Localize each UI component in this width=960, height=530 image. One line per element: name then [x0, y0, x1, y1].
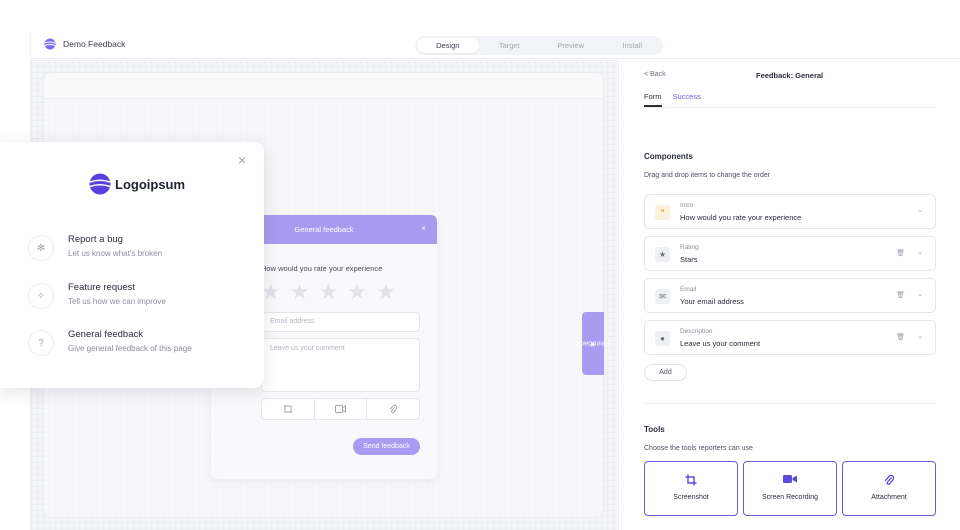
component-description[interactable]: ● Description Leave us your comment 🗑 ⌄ [644, 320, 936, 355]
tab-success[interactable]: Success [673, 90, 701, 107]
menu-item-title: Report a bug [68, 234, 123, 245]
tab-form[interactable]: Form [644, 90, 662, 107]
component-label: Description [680, 328, 713, 335]
sparkle-icon: ✧ [28, 283, 54, 309]
app-brand[interactable]: Demo Feedback [44, 38, 125, 50]
company-logo: Logoipsum [89, 173, 185, 195]
app-logo-icon [44, 38, 56, 50]
component-label: Intro [680, 202, 694, 209]
component-label: Rating [680, 244, 699, 251]
tool-screenshot[interactable]: Screenshot [644, 461, 738, 516]
crop-icon [645, 474, 737, 488]
video-icon[interactable] [313, 399, 367, 419]
star-icon[interactable]: ★ [318, 281, 338, 303]
tool-label: Attachment [871, 494, 907, 501]
section-divider [644, 403, 936, 404]
menu-item-general-feedback[interactable]: ? General feedback Give general feedback… [28, 329, 192, 356]
component-value: Stars [680, 255, 698, 264]
tools-title: Tools [644, 425, 665, 434]
component-value: Leave us your comment [680, 339, 761, 348]
star-rating: ★ ★ ★ ★ ★ [261, 281, 396, 303]
component-label: Email [680, 286, 697, 293]
widget-title: General feedback [294, 225, 354, 234]
chevron-down-icon[interactable]: ⌄ [917, 332, 923, 340]
menu-item-title: Feature request [68, 282, 136, 293]
step-design[interactable]: Design [417, 38, 479, 53]
menu-item-subtitle: Tell us how we can improve [68, 297, 166, 306]
component-email[interactable]: ✉ Email Your email address 🗑 ⌄ [644, 278, 936, 313]
feedback-side-tab[interactable]: ✦ Feedback [577, 312, 609, 375]
settings-panel: < Back Feedback: General Form Success Co… [618, 60, 960, 530]
component-value: Your email address [680, 297, 744, 306]
chevron-down-icon[interactable]: ⌄ [917, 206, 923, 214]
widget-email-field[interactable]: Email address [261, 312, 420, 332]
trash-icon[interactable]: 🗑 [896, 333, 905, 341]
components-subtitle: Drag and drop items to change the order [644, 172, 771, 179]
comment-icon: ● [655, 331, 670, 346]
tool-label: Screen Recording [761, 494, 819, 501]
star-icon[interactable]: ★ [376, 281, 396, 303]
page-preview-header [44, 73, 603, 99]
star-icon[interactable]: ★ [290, 281, 310, 303]
step-install[interactable]: Install [602, 38, 664, 53]
question-icon: ? [28, 330, 54, 356]
components-title: Components [644, 152, 693, 161]
close-icon[interactable]: × [238, 152, 246, 168]
menu-item-subtitle: Give general feedback of this page [68, 344, 192, 353]
send-feedback-button[interactable]: Send feedback [353, 438, 420, 455]
menu-item-title: General feedback [68, 329, 143, 340]
bug-icon: ✻ [28, 235, 54, 261]
component-value: How would you rate your experience [680, 213, 802, 222]
panel-title: Feedback: General [756, 71, 824, 80]
feedback-type-menu: × Logoipsum ✻ Report a bug Let us know w… [0, 142, 264, 388]
attachment-icon[interactable] [366, 399, 419, 419]
widget-comment-field[interactable]: Leave us your comment [261, 338, 420, 392]
widget-question: How would you rate your experience [261, 264, 383, 273]
logo-text: Logoipsum [115, 176, 186, 192]
logoipsum-icon [89, 173, 111, 195]
widget-tools-bar [261, 398, 420, 420]
screenshot-icon[interactable] [262, 399, 314, 419]
star-icon[interactable]: ★ [347, 281, 367, 303]
paperclip-icon [843, 474, 935, 488]
video-camera-icon [744, 474, 836, 486]
tool-attachment[interactable]: Attachment [842, 461, 936, 516]
component-rating[interactable]: ★ Rating Stars 🗑 ⌄ [644, 236, 936, 271]
step-preview[interactable]: Preview [540, 38, 602, 53]
menu-item-subtitle: Let us know what's broken [68, 249, 163, 258]
menu-item-feature-request[interactable]: ✧ Feature request Tell us how we can imp… [28, 282, 166, 309]
side-tab-label: Feedback [576, 339, 610, 348]
top-bar: Demo Feedback Design Target Preview Inst… [31, 32, 960, 59]
chevron-down-icon[interactable]: ⌄ [917, 248, 923, 256]
panel-tabs: Form Success [644, 90, 936, 108]
widget-close-icon[interactable]: × [421, 224, 426, 233]
mail-icon: ✉ [655, 289, 670, 304]
chevron-down-icon[interactable]: ⌄ [917, 290, 923, 298]
step-switcher: Design Target Preview Install [415, 36, 663, 55]
trash-icon[interactable]: 🗑 [896, 249, 905, 257]
tool-label: Screenshot [673, 494, 709, 501]
tool-screen-recording[interactable]: Screen Recording [743, 461, 837, 516]
menu-item-report-bug[interactable]: ✻ Report a bug Let us know what's broken [28, 234, 162, 261]
component-intro[interactable]: ❝ Intro How would you rate your experien… [644, 194, 936, 229]
trash-icon[interactable]: 🗑 [896, 291, 905, 299]
add-component-button[interactable]: Add [644, 364, 687, 381]
step-target[interactable]: Target [479, 38, 541, 53]
app-name: Demo Feedback [63, 39, 126, 49]
back-link[interactable]: < Back [644, 71, 666, 78]
quote-icon: ❝ [655, 205, 670, 220]
tools-subtitle: Choose the tools reporters can use [644, 445, 753, 452]
star-icon: ★ [655, 247, 670, 262]
